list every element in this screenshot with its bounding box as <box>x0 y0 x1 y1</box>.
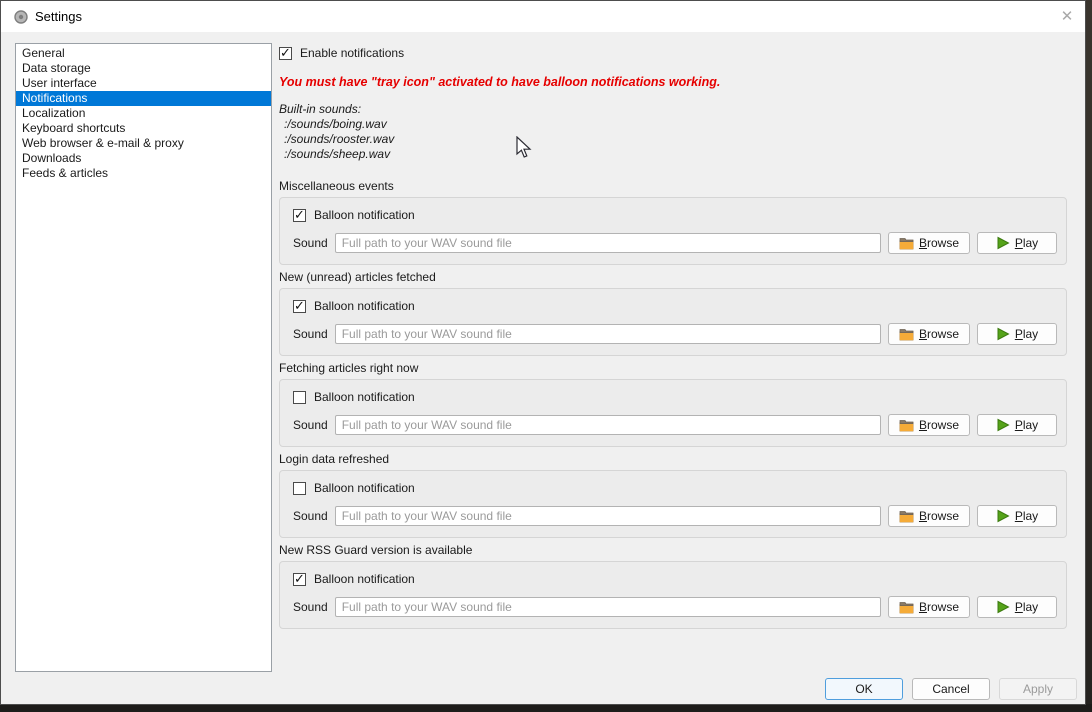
settings-gear-icon <box>14 10 28 24</box>
folder-icon <box>899 601 914 614</box>
notification-section: New (unread) articles fetched Balloon no… <box>279 270 1067 356</box>
notification-section: Miscellaneous events Balloon notificatio… <box>279 179 1067 265</box>
section-title: Fetching articles right now <box>279 361 1067 375</box>
settings-category-list: GeneralData storageUser interfaceNotific… <box>15 43 272 672</box>
desktop-edge-right <box>1085 0 1092 712</box>
play-label: Play <box>1015 327 1038 341</box>
desktop-background: Settings ✕ GeneralData storageUser inter… <box>0 0 1092 712</box>
play-icon <box>996 509 1010 523</box>
play-button[interactable]: Play <box>977 505 1057 527</box>
section-groupbox: Balloon notification Sound Browse <box>279 197 1067 265</box>
folder-icon <box>899 419 914 432</box>
builtin-sounds-info: Built-in sounds: :/sounds/boing.wav :/so… <box>279 102 1067 162</box>
sidebar-item-web-browser-e-mail-proxy[interactable]: Web browser & e-mail & proxy <box>16 136 271 151</box>
sidebar-item-feeds-articles[interactable]: Feeds & articles <box>16 166 271 181</box>
browse-label: Browse <box>919 418 959 432</box>
play-label: Play <box>1015 600 1038 614</box>
sidebar-item-general[interactable]: General <box>16 46 271 61</box>
balloon-notification-checkbox[interactable] <box>293 482 306 495</box>
section-groupbox: Balloon notification Sound Browse <box>279 561 1067 629</box>
play-icon <box>996 600 1010 614</box>
folder-icon <box>899 510 914 523</box>
balloon-notification-checkbox[interactable] <box>293 391 306 404</box>
enable-notifications-label[interactable]: Enable notifications <box>300 46 404 60</box>
play-button[interactable]: Play <box>977 323 1057 345</box>
builtin-sound-path: :/sounds/sheep.wav <box>284 147 1067 162</box>
notifications-panel: Enable notifications You must have "tray… <box>279 43 1067 634</box>
section-groupbox: Balloon notification Sound Browse <box>279 379 1067 447</box>
sound-path-input[interactable] <box>335 324 881 344</box>
window-title: Settings <box>35 9 82 24</box>
play-label: Play <box>1015 418 1038 432</box>
play-icon <box>996 236 1010 250</box>
section-title: New RSS Guard version is available <box>279 543 1067 557</box>
sound-path-input[interactable] <box>335 415 881 435</box>
close-icon: ✕ <box>1061 7 1074 25</box>
sidebar-item-localization[interactable]: Localization <box>16 106 271 121</box>
close-button[interactable]: ✕ <box>1051 1 1083 31</box>
section-groupbox: Balloon notification Sound Browse <box>279 288 1067 356</box>
play-button[interactable]: Play <box>977 596 1057 618</box>
builtin-sound-path: :/sounds/rooster.wav <box>284 132 1067 147</box>
folder-icon <box>899 328 914 341</box>
section-title: New (unread) articles fetched <box>279 270 1067 284</box>
ok-button[interactable]: OK <box>825 678 903 700</box>
balloon-notification-label[interactable]: Balloon notification <box>314 208 415 222</box>
play-label: Play <box>1015 236 1038 250</box>
notification-section: Fetching articles right now Balloon noti… <box>279 361 1067 447</box>
notification-section: Login data refreshed Balloon notificatio… <box>279 452 1067 538</box>
builtin-sounds-heading: Built-in sounds: <box>279 102 1067 117</box>
play-icon <box>996 418 1010 432</box>
notification-section: New RSS Guard version is available Ballo… <box>279 543 1067 629</box>
balloon-notification-checkbox[interactable] <box>293 300 306 313</box>
section-groupbox: Balloon notification Sound Browse <box>279 470 1067 538</box>
sidebar-item-downloads[interactable]: Downloads <box>16 151 271 166</box>
browse-label: Browse <box>919 236 959 250</box>
sound-path-input[interactable] <box>335 597 881 617</box>
title-bar: Settings ✕ <box>1 1 1085 32</box>
apply-button[interactable]: Apply <box>999 678 1077 700</box>
settings-dialog: Settings ✕ GeneralData storageUser inter… <box>0 0 1086 705</box>
cancel-button[interactable]: Cancel <box>912 678 990 700</box>
sound-path-input[interactable] <box>335 233 881 253</box>
section-title: Login data refreshed <box>279 452 1067 466</box>
play-icon <box>996 327 1010 341</box>
browse-button[interactable]: Browse <box>888 505 970 527</box>
browse-label: Browse <box>919 327 959 341</box>
builtin-sound-path: :/sounds/boing.wav <box>284 117 1067 132</box>
play-button[interactable]: Play <box>977 232 1057 254</box>
browse-label: Browse <box>919 600 959 614</box>
sound-label: Sound <box>293 600 328 614</box>
balloon-notification-label[interactable]: Balloon notification <box>314 572 415 586</box>
enable-notifications-checkbox[interactable] <box>279 47 292 60</box>
play-label: Play <box>1015 509 1038 523</box>
sidebar-item-notifications[interactable]: Notifications <box>16 91 271 106</box>
browse-button[interactable]: Browse <box>888 414 970 436</box>
browse-button[interactable]: Browse <box>888 596 970 618</box>
balloon-notification-label[interactable]: Balloon notification <box>314 299 415 313</box>
desktop-edge-bottom <box>0 704 1092 712</box>
tray-icon-warning-text: You must have "tray icon" activated to h… <box>279 75 1067 89</box>
folder-icon <box>899 237 914 250</box>
play-button[interactable]: Play <box>977 414 1057 436</box>
browse-label: Browse <box>919 509 959 523</box>
sound-path-input[interactable] <box>335 506 881 526</box>
dialog-buttons: OK Cancel Apply <box>825 678 1077 700</box>
balloon-notification-checkbox[interactable] <box>293 209 306 222</box>
balloon-notification-label[interactable]: Balloon notification <box>314 481 415 495</box>
notification-sections: Miscellaneous events Balloon notificatio… <box>279 179 1067 629</box>
sound-label: Sound <box>293 509 328 523</box>
section-title: Miscellaneous events <box>279 179 1067 193</box>
balloon-notification-checkbox[interactable] <box>293 573 306 586</box>
sound-label: Sound <box>293 418 328 432</box>
sound-label: Sound <box>293 327 328 341</box>
browse-button[interactable]: Browse <box>888 323 970 345</box>
sidebar-item-keyboard-shortcuts[interactable]: Keyboard shortcuts <box>16 121 271 136</box>
sidebar-item-data-storage[interactable]: Data storage <box>16 61 271 76</box>
sound-label: Sound <box>293 236 328 250</box>
balloon-notification-label[interactable]: Balloon notification <box>314 390 415 404</box>
browse-button[interactable]: Browse <box>888 232 970 254</box>
sidebar-item-user-interface[interactable]: User interface <box>16 76 271 91</box>
